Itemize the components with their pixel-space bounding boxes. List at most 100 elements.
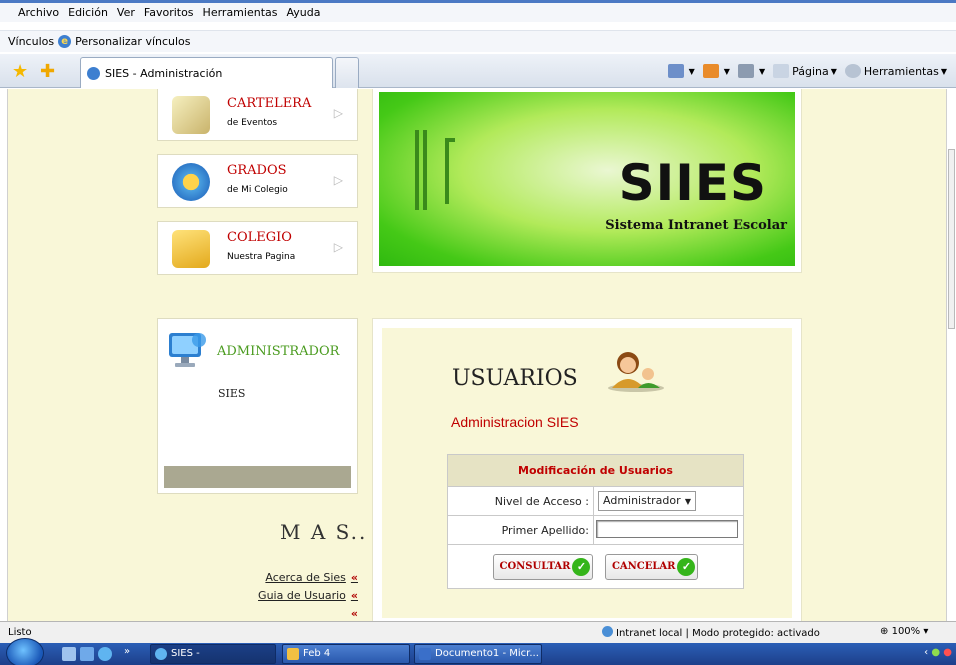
add-favorites-icon[interactable]: ✚ <box>40 61 55 82</box>
nivel-acceso-select[interactable]: Administrador ▼ <box>598 491 696 511</box>
raquo-icon: « <box>350 589 358 602</box>
cancelar-button[interactable]: CANCELAR ✓ <box>604 553 699 580</box>
menu-ayuda[interactable]: Ayuda <box>286 6 320 19</box>
page-menu[interactable]: Página <box>792 65 829 78</box>
nav-colegio[interactable]: COLEGIO Nuestra Pagina ▷ <box>157 221 358 275</box>
guia-de-usuario-link[interactable]: Guia de Usuario « <box>258 589 358 602</box>
tray-chevron-icon[interactable]: ‹ <box>924 647 928 658</box>
consultar-button[interactable]: CONSULTAR ✓ <box>492 553 594 580</box>
tools-menu[interactable]: Herramientas <box>864 65 939 78</box>
print-icon[interactable] <box>737 64 754 78</box>
favorites-star-icon[interactable]: ★ <box>12 61 28 82</box>
banner-decoration <box>415 130 427 210</box>
zoom-control[interactable]: ⊕ 100% ▾ <box>880 626 928 637</box>
windows-taskbar: » SIES - Administració... Feb 4 Document… <box>0 638 956 665</box>
menu-archivo[interactable]: Archivo <box>18 6 59 19</box>
more-link-marker[interactable]: « <box>346 607 358 620</box>
acerca-de-sies-link[interactable]: Acerca de Sies « <box>265 571 358 584</box>
banner-subtitle: Sistema Intranet Escolar <box>605 218 787 233</box>
links-label: Vínculos <box>8 35 55 48</box>
vertical-scrollbar[interactable] <box>946 89 956 621</box>
quicklaunch-more-icon[interactable]: » <box>124 646 130 657</box>
sies-logo: SIIES <box>618 154 767 212</box>
menu-herramientas[interactable]: Herramientas <box>203 6 278 19</box>
check-icon: ✓ <box>572 557 591 576</box>
print-dropdown-icon[interactable]: ▼ <box>759 67 765 76</box>
menu-ver[interactable]: Ver <box>117 6 135 19</box>
links-bar: Vínculos e Personalizar vínculos <box>0 30 956 52</box>
start-button[interactable] <box>6 638 44 665</box>
menu-favoritos[interactable]: Favoritos <box>144 6 194 19</box>
nav-grados-subtitle: de Mi Colegio <box>227 185 288 195</box>
ie-icon <box>155 648 167 660</box>
home-icon[interactable] <box>667 64 684 78</box>
computer-monitor-icon <box>169 333 206 367</box>
network-icon[interactable]: ● <box>931 647 940 658</box>
task-label: Feb 4 <box>303 648 331 659</box>
menu-edicion[interactable]: Edición <box>68 6 108 19</box>
new-tab-button[interactable] <box>335 57 359 88</box>
feeds-dropdown-icon[interactable]: ▼ <box>724 67 730 76</box>
admin-subtitle: SIES <box>218 387 246 400</box>
task-label: SIES - Administració... <box>171 648 200 659</box>
mas-heading: M A S.. <box>280 520 368 544</box>
users-icon <box>608 352 664 392</box>
nav-grados[interactable]: GRADOS de Mi Colegio ▷ <box>157 154 358 208</box>
system-tray[interactable]: ‹ ● ● <box>924 647 952 658</box>
nav-cartelera[interactable]: CARTELERA de Eventos ▷ <box>157 89 358 141</box>
more-links: Acerca de Sies « Guia de Usuario « « <box>188 571 358 621</box>
main-panel: USUARIOS Administracion SIES Modificació… <box>372 318 802 621</box>
tools-gear-icon <box>844 64 861 78</box>
show-desktop-icon[interactable] <box>62 647 76 661</box>
nav-colegio-subtitle: Nuestra Pagina <box>227 252 296 262</box>
personalizar-vinculos-link[interactable]: Personalizar vínculos <box>75 35 190 48</box>
word-icon <box>419 648 431 660</box>
tab-bar: ★ ✚ SIES - Administración ▼ ▼ ▼ Página ▼ … <box>0 54 956 88</box>
page-title: USUARIOS <box>452 366 578 391</box>
form-title: Modificación de Usuarios <box>447 454 744 487</box>
globe-icon <box>602 626 613 637</box>
home-dropdown-icon[interactable]: ▼ <box>689 67 695 76</box>
nivel-acceso-value: Administrador <box>603 494 681 507</box>
primer-apellido-cell <box>593 515 744 545</box>
nivel-acceso-label: Nivel de Acceso : <box>447 486 594 516</box>
ie-tab-icon <box>87 66 100 80</box>
page-icon <box>773 64 790 78</box>
primer-apellido-input[interactable] <box>596 519 738 538</box>
guia-de-usuario-label: Guia de Usuario <box>258 589 346 602</box>
zoom-icon: ⊕ <box>880 626 889 637</box>
status-text: Listo <box>8 627 32 638</box>
task-sies-administracion[interactable]: SIES - Administració... <box>150 644 276 664</box>
banner-decoration <box>445 138 455 204</box>
switch-windows-icon[interactable] <box>80 647 94 661</box>
security-zone-text: Intranet local | Modo protegido: activad… <box>616 628 820 639</box>
folder-icon <box>172 230 210 268</box>
chevron-right-icon: ▷ <box>333 240 343 254</box>
nav-cartelera-subtitle: de Eventos <box>227 118 278 128</box>
tab-sies-administracion[interactable]: SIES - Administración <box>80 57 333 88</box>
nivel-acceso-cell: Administrador ▼ <box>593 486 744 516</box>
security-zone: Intranet local | Modo protegido: activad… <box>602 626 820 639</box>
tab-title: SIES - Administración <box>105 66 223 80</box>
ie-icon: e <box>58 35 72 48</box>
nav-cartelera-title: CARTELERA <box>227 96 312 111</box>
chevron-down-icon: ▼ <box>684 497 691 506</box>
page-subtitle: Administracion SIES <box>451 414 579 430</box>
task-label: Documento1 - Micr... <box>435 648 539 659</box>
scrollbar-thumb[interactable] <box>948 149 955 329</box>
ie-quicklaunch-icon[interactable] <box>98 647 112 661</box>
page-dropdown-icon[interactable]: ▼ <box>831 67 837 76</box>
raquo-icon: « <box>350 607 358 620</box>
folder-icon <box>287 648 299 660</box>
admin-footer-bar <box>164 466 351 488</box>
tools-dropdown-icon[interactable]: ▼ <box>941 67 947 76</box>
task-feb4[interactable]: Feb 4 <box>282 644 410 664</box>
security-alert-icon[interactable]: ● <box>943 647 952 658</box>
admin-title: ADMINISTRADOR <box>217 344 340 359</box>
task-documento1[interactable]: Documento1 - Micr... <box>414 644 542 664</box>
sies-banner: SIIES Sistema Intranet Escolar <box>372 89 802 273</box>
menu-bar: Archivo Edición Ver Favoritos Herramient… <box>0 0 956 22</box>
command-bar: ▼ ▼ ▼ Página ▼ Herramientas ▼ <box>665 64 952 78</box>
form-buttons-row: CONSULTAR ✓ CANCELAR ✓ <box>447 544 744 589</box>
feeds-icon[interactable] <box>702 64 719 78</box>
